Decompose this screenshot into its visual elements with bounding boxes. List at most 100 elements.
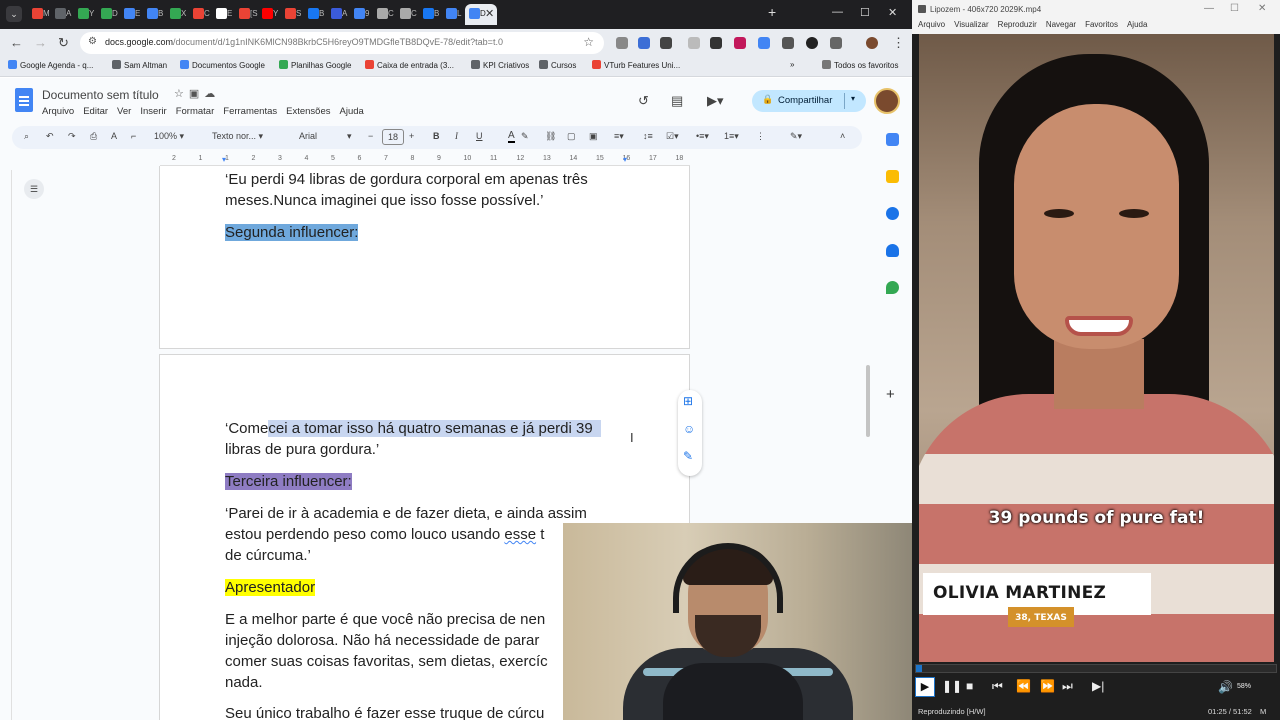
stop-icon[interactable]: ■	[966, 679, 973, 693]
add-comment-icon[interactable]: ⊞	[683, 394, 693, 408]
tab-search-button[interactable]: ⌄	[6, 6, 22, 22]
menu-editar[interactable]: Editar	[83, 106, 108, 117]
bookmark-item[interactable]: Caixa de entrada (3...	[365, 60, 454, 70]
volume-level[interactable]: 58%	[1237, 683, 1251, 690]
maps-icon[interactable]	[886, 281, 899, 294]
maximize-button[interactable]: ☐	[1230, 3, 1239, 14]
frame-step-icon[interactable]: ▶|	[1092, 679, 1104, 693]
browser-tab[interactable]: X	[166, 4, 189, 25]
seek-bar[interactable]	[915, 664, 1277, 673]
menu-ajuda[interactable]: Ajuda	[340, 106, 364, 117]
tasks-icon[interactable]	[886, 207, 899, 220]
text-color-icon[interactable]: A	[508, 131, 515, 143]
menu-arquivo[interactable]: Arquivo	[918, 20, 945, 34]
spellcheck-icon[interactable]: A	[111, 131, 117, 141]
reload-icon[interactable]: ↻	[58, 35, 69, 51]
redo-icon[interactable]: ↷	[68, 131, 76, 142]
indent-marker[interactable]: ▾	[623, 155, 627, 164]
bookmark-item[interactable]: Sam Altman	[112, 60, 167, 70]
move-folder-icon[interactable]: ▣	[189, 88, 204, 100]
bookmark-item[interactable]: VTurb Features Uni...	[592, 60, 680, 70]
browser-tab[interactable]: A	[327, 4, 350, 25]
browser-tab[interactable]: D	[97, 4, 120, 25]
document-outline-icon[interactable]: ☰	[24, 179, 44, 199]
increase-font-size-button[interactable]: +	[409, 131, 414, 141]
search-menus-icon[interactable]: ⌕	[24, 131, 29, 142]
menu-formatar[interactable]: Formatar	[176, 106, 215, 117]
browser-tab[interactable]: 9	[350, 4, 373, 25]
extension-icon[interactable]	[734, 37, 746, 49]
browser-tab[interactable]: M	[28, 4, 51, 25]
zoom-select[interactable]: 100% ▾	[154, 131, 184, 142]
account-avatar[interactable]	[874, 88, 900, 114]
menu-ferramentas[interactable]: Ferramentas	[223, 106, 277, 117]
more-options-icon[interactable]: ⋮	[756, 131, 765, 142]
menu-inserir[interactable]: Inserir	[140, 106, 166, 117]
browser-tab[interactable]: B	[304, 4, 327, 25]
browser-tab[interactable]: B	[143, 4, 166, 25]
menu-reproduzir[interactable]: Reproduzir	[998, 20, 1037, 34]
paint-format-icon[interactable]: ⌐	[131, 131, 136, 141]
highlight-color-icon[interactable]: ✎	[521, 131, 529, 142]
editing-mode-icon[interactable]: ✎▾	[790, 131, 802, 142]
new-tab-button[interactable]: +	[768, 4, 776, 20]
browser-tab[interactable]: C	[373, 4, 396, 25]
meet-icon[interactable]: ▶▾	[707, 93, 724, 109]
star-icon[interactable]: ☆	[174, 88, 189, 100]
italic-icon[interactable]: I	[455, 131, 458, 141]
font-select[interactable]: Arial ▾	[299, 131, 352, 142]
docs-logo-icon[interactable]	[15, 88, 33, 112]
menu-extensoes[interactable]: Extensões	[286, 106, 330, 117]
extension-icon[interactable]	[782, 37, 794, 49]
next-icon[interactable]: ⏭	[1062, 679, 1073, 694]
add-comment-icon[interactable]: ▢	[567, 131, 576, 142]
bookmark-item[interactable]: Planilhas Google	[279, 60, 351, 70]
bookmark-item[interactable]: KPI Criativos	[471, 60, 529, 70]
video-frame[interactable]: 39 pounds of pure fat! OLIVIA MARTINEZ 3…	[919, 34, 1274, 662]
browser-tab[interactable]: C	[189, 4, 212, 25]
browser-tab[interactable]: E	[212, 4, 235, 25]
close-window-button[interactable]: ✕	[1258, 3, 1266, 14]
minimize-button[interactable]: —	[1204, 3, 1214, 14]
extension-icon[interactable]	[710, 37, 722, 49]
volume-icon[interactable]: 🔊	[1218, 680, 1233, 694]
play-icon[interactable]: ▶	[915, 677, 935, 697]
bookmark-star-icon[interactable]: ☆	[583, 35, 594, 49]
suggest-edits-icon[interactable]: ✎	[683, 449, 693, 463]
menu-ver[interactable]: Ver	[117, 106, 131, 117]
browser-tab[interactable]: Y	[258, 4, 281, 25]
menu-arquivo[interactable]: Arquivo	[42, 106, 74, 117]
fast-forward-icon[interactable]: ⏩	[1040, 679, 1055, 693]
browser-tab[interactable]: L	[442, 4, 465, 25]
checklist-icon[interactable]: ☑▾	[666, 131, 679, 142]
address-bar[interactable]: ⚙ docs.google.com/document/d/1g1nINK6MlC…	[80, 32, 604, 54]
style-select[interactable]: Texto nor... ▾	[212, 131, 263, 142]
menu-ajuda[interactable]: Ajuda	[1127, 20, 1147, 34]
decrease-font-size-button[interactable]: −	[368, 131, 373, 141]
numbered-list-icon[interactable]: 1≡▾	[724, 131, 739, 142]
browser-tab[interactable]: Y	[74, 4, 97, 25]
menu-navegar[interactable]: Navegar	[1046, 20, 1076, 34]
forward-icon[interactable]: →	[34, 35, 47, 50]
close-window-button[interactable]: ✕	[888, 6, 897, 19]
profile-avatar[interactable]	[866, 37, 878, 49]
insert-link-icon[interactable]: ⛓	[545, 131, 556, 142]
document-scrollbar[interactable]	[866, 365, 870, 437]
extension-icon[interactable]	[638, 37, 650, 49]
share-button[interactable]: 🔒 Compartilhar ▾	[752, 90, 866, 112]
extensions-puzzle-icon[interactable]	[830, 37, 842, 49]
add-emoji-reaction-icon[interactable]: ☺	[683, 422, 695, 436]
keep-icon[interactable]	[886, 170, 899, 183]
horizontal-ruler[interactable]: 2 1 1 2 3 4 5 6 7 8 9 10 11 12 13 14 15 16 17 18 ▾ ▾	[160, 154, 690, 166]
extension-icon[interactable]	[758, 37, 770, 49]
version-history-icon[interactable]: ↺	[638, 93, 649, 109]
browser-tab[interactable]: C	[396, 4, 419, 25]
spelling-suggestion[interactable]: esse	[504, 526, 536, 543]
back-icon[interactable]: ←	[10, 35, 23, 50]
extension-icon[interactable]	[688, 37, 700, 49]
bookmark-item[interactable]: Google Agenda - q...	[8, 60, 93, 70]
bookmarks-overflow-button[interactable]: »	[790, 60, 794, 69]
contacts-icon[interactable]	[886, 244, 899, 257]
insert-image-icon[interactable]: ▣	[589, 131, 598, 142]
browser-menu-icon[interactable]: ⋮	[892, 35, 905, 51]
